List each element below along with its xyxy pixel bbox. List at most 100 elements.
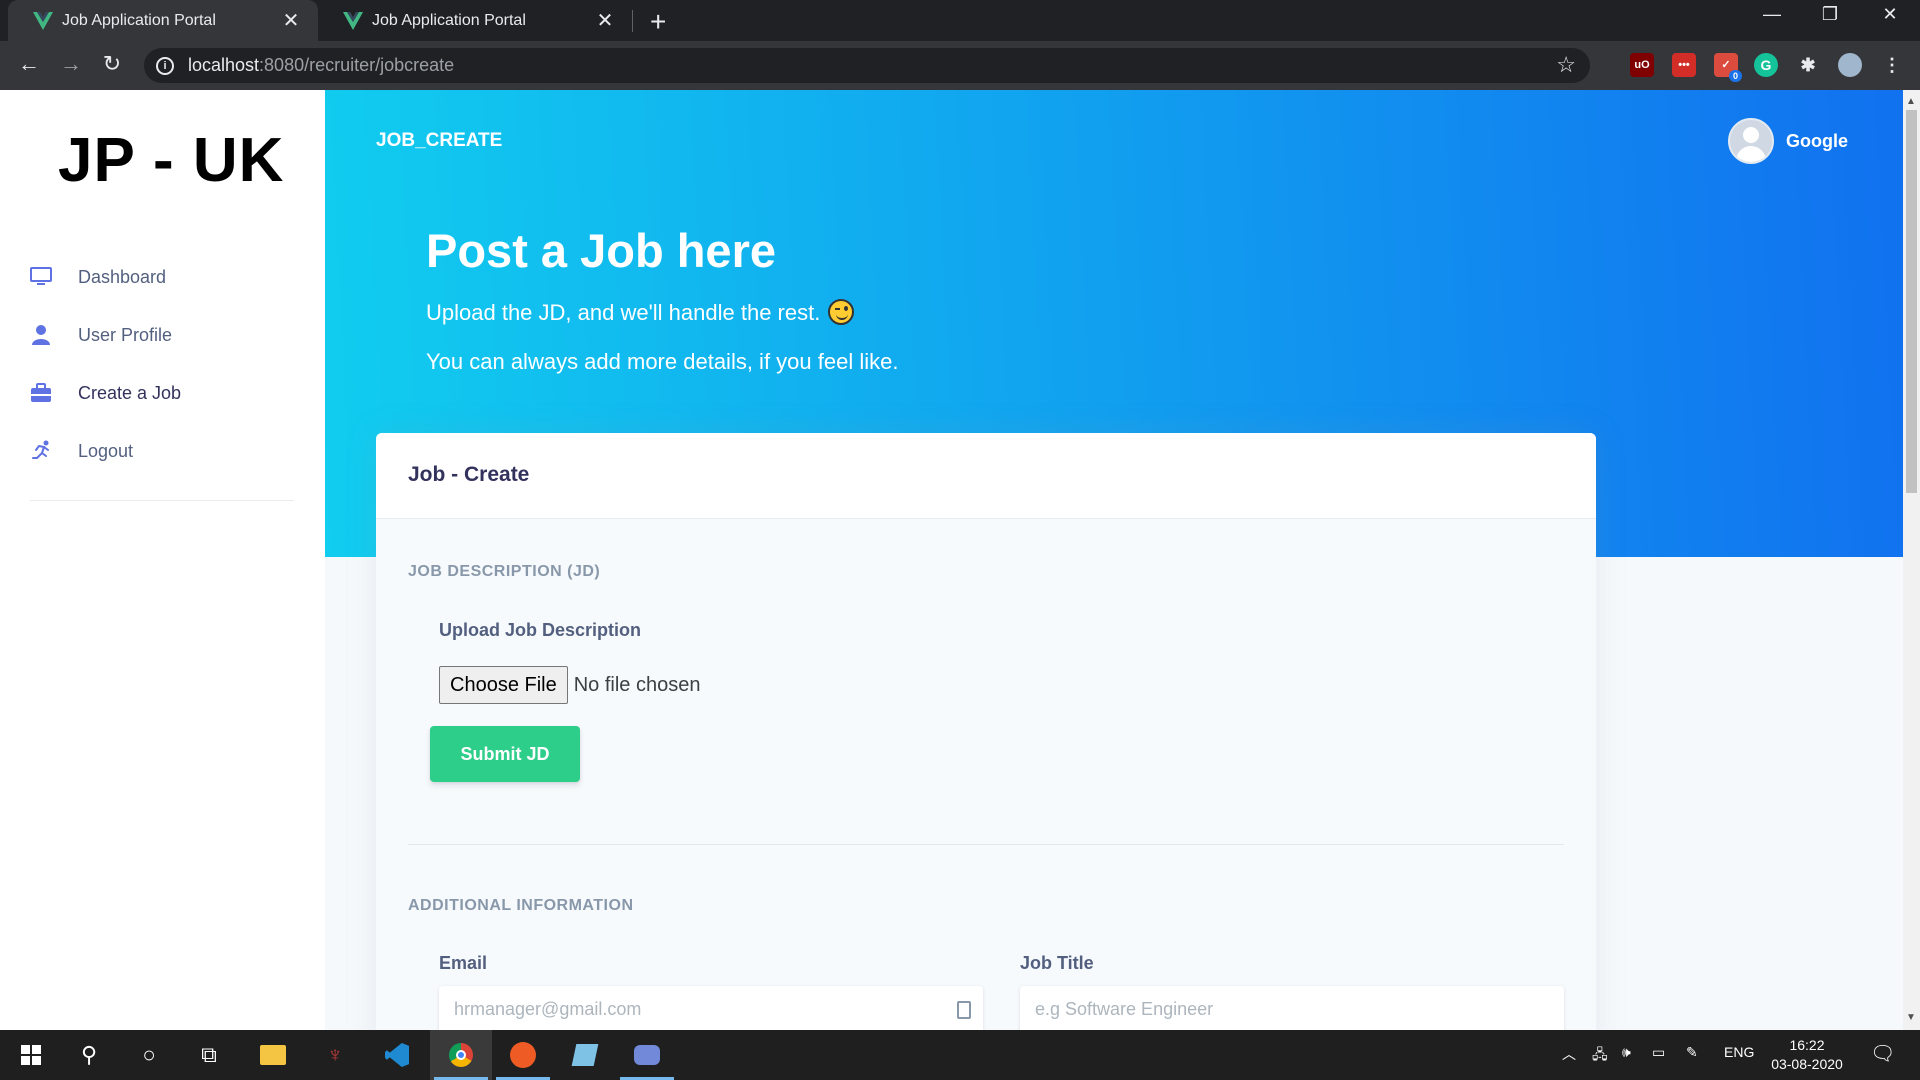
email-placeholder: hrmanager@gmail.com (454, 999, 642, 1019)
new-tab-icon[interactable]: + (650, 6, 666, 38)
scroll-down-icon[interactable]: ▼ (1906, 1012, 1916, 1023)
vue-logo-icon (343, 11, 363, 30)
sidebar-item-label: Create a Job (78, 382, 182, 403)
sidebar-item-label: Logout (78, 440, 134, 461)
browser-toolbar: ← → ↻ i localhost:8080/recruiter/jobcrea… (0, 41, 1920, 90)
predator-sense-icon[interactable]: ♆ (304, 1030, 366, 1080)
sidebar-item-logout[interactable]: Logout (28, 431, 298, 471)
email-label: Email (439, 953, 488, 973)
user-icon (28, 323, 54, 347)
minimize-icon[interactable]: — (1742, 4, 1802, 25)
hero-subtitle: Upload the JD, and we'll handle the rest… (426, 299, 855, 326)
sidebar-divider (30, 500, 294, 501)
back-icon[interactable]: ← (14, 51, 44, 77)
clock-time: 16:22 (1789, 1037, 1825, 1053)
lastpass-icon[interactable]: ••• (1672, 53, 1696, 77)
search-icon[interactable]: ⚲ (58, 1030, 120, 1080)
sidebar-item-user-profile[interactable]: User Profile (28, 315, 298, 355)
sidebar-item-label: Dashboard (78, 266, 167, 287)
bookmark-star-icon[interactable]: ☆ (1556, 52, 1576, 78)
contact-card-icon (957, 1001, 971, 1019)
tab-close-icon[interactable]: ✕ (592, 8, 618, 33)
vscode-icon[interactable] (366, 1030, 428, 1080)
todoist-badge: 0 (1729, 70, 1742, 82)
card-divider (408, 844, 1564, 845)
sidebar-item-label: User Profile (78, 324, 173, 345)
sidebar: JP - UK Dashboard User Profile Create a … (0, 90, 325, 1030)
pen-icon[interactable]: ✎ (1686, 1044, 1698, 1061)
page-title: Post a Job here (426, 224, 776, 277)
choose-file-button[interactable]: Choose File (439, 666, 568, 704)
notification-icon[interactable]: 🗨 (1870, 1041, 1895, 1066)
file-explorer-icon[interactable] (242, 1030, 304, 1080)
job-title-placeholder: e.g Software Engineer (1035, 999, 1214, 1019)
scroll-thumb[interactable] (1906, 110, 1917, 493)
card-title: Job - Create (376, 433, 1596, 519)
browser-tab-active[interactable]: Job Application Portal ✕ (8, 0, 318, 41)
forward-icon[interactable]: → (56, 51, 86, 77)
tab-separator (632, 10, 633, 32)
network-icon[interactable]: 🖧 (1592, 1044, 1608, 1068)
browser-tab-strip: Job Application Portal ✕ Job Application… (0, 0, 1920, 41)
wink-emoji-icon (828, 299, 855, 325)
cortana-icon[interactable]: ○ (118, 1030, 180, 1080)
url-text[interactable]: localhost:8080/recruiter/jobcreate (188, 55, 454, 76)
reload-icon[interactable]: ↻ (97, 51, 127, 77)
running-icon (28, 439, 54, 463)
tab-close-icon[interactable]: ✕ (278, 8, 304, 33)
job-title-label: Job Title (1020, 953, 1094, 973)
postman-icon[interactable] (492, 1030, 554, 1080)
profile-icon[interactable] (1838, 53, 1862, 77)
user-menu[interactable]: Google (1728, 118, 1848, 164)
additional-section-heading: ADDITIONAL INFORMATION (408, 897, 634, 914)
scroll-up-icon[interactable]: ▲ (1906, 96, 1916, 107)
job-create-card: Job - Create JOB DESCRIPTION (JD) Upload… (376, 433, 1596, 1030)
address-bar[interactable]: i localhost:8080/recruiter/jobcreate ☆ (144, 48, 1590, 83)
taskbar: ⚲ ○ ⧉ ♆ ︿ 🖧 🕪 ▭ ✎ ENG 16:22 03-08-2020 🗨 (0, 1030, 1920, 1080)
puzzle-icon[interactable]: ✱ (1796, 53, 1820, 77)
file-input[interactable]: Choose File No file chosen (439, 666, 700, 704)
vue-logo-icon (33, 11, 53, 30)
ublock-icon[interactable]: uO (1630, 53, 1654, 77)
submit-jd-button[interactable]: Submit JD (430, 726, 580, 782)
restore-icon[interactable]: ❐ (1800, 4, 1860, 25)
page-scrollbar[interactable]: ▲ ▼ (1903, 90, 1920, 1030)
avatar (1728, 118, 1774, 164)
task-view-icon[interactable]: ⧉ (178, 1030, 240, 1080)
sidebar-item-create-job[interactable]: Create a Job (28, 373, 298, 413)
browser-tab[interactable]: Job Application Portal ✕ (318, 0, 632, 41)
tab-title: Job Application Portal (62, 11, 216, 29)
jd-section-heading: JOB DESCRIPTION (JD) (408, 563, 601, 580)
discord-icon[interactable] (616, 1030, 678, 1080)
windows-start-icon[interactable] (0, 1030, 62, 1080)
taskbar-clock[interactable]: 16:22 03-08-2020 (1762, 1036, 1852, 1074)
hero-line-2: You can always add more details, if you … (426, 349, 899, 374)
todoist-icon[interactable]: ✓ 0 (1714, 53, 1742, 82)
url-path: :8080/recruiter/jobcreate (259, 55, 455, 75)
volume-icon[interactable]: 🕪 (1622, 1044, 1631, 1061)
sidebar-item-dashboard[interactable]: Dashboard (28, 257, 298, 297)
language-indicator[interactable]: ENG (1724, 1044, 1754, 1060)
brand-logo[interactable]: JP - UK (58, 125, 284, 196)
page-breadcrumb[interactable]: JOB_CREATE (376, 130, 502, 152)
notes-app-icon[interactable] (554, 1030, 616, 1080)
menu-icon[interactable]: ⋮ (1880, 53, 1904, 77)
job-title-field[interactable]: e.g Software Engineer (1020, 986, 1564, 1030)
file-status: No file chosen (573, 673, 701, 696)
tab-title: Job Application Portal (372, 11, 526, 29)
hero-line-1: Upload the JD, and we'll handle the rest… (426, 300, 821, 325)
email-field[interactable]: hrmanager@gmail.com (439, 986, 983, 1030)
battery-icon[interactable]: ▭ (1652, 1044, 1665, 1061)
page-viewport: JP - UK Dashboard User Profile Create a … (0, 90, 1920, 1030)
briefcase-icon (28, 381, 54, 405)
site-info-icon[interactable]: i (156, 56, 174, 75)
user-name: Google (1786, 130, 1848, 151)
monitor-icon (28, 265, 54, 289)
chrome-taskbar-icon[interactable] (430, 1030, 492, 1080)
url-host: localhost (188, 55, 260, 75)
upload-label: Upload Job Description (439, 620, 642, 640)
clock-date: 03-08-2020 (1771, 1056, 1843, 1072)
close-icon[interactable]: ✕ (1860, 4, 1920, 25)
grammarly-icon[interactable]: G (1754, 53, 1778, 77)
show-hidden-icons[interactable]: ︿ (1562, 1044, 1576, 1064)
